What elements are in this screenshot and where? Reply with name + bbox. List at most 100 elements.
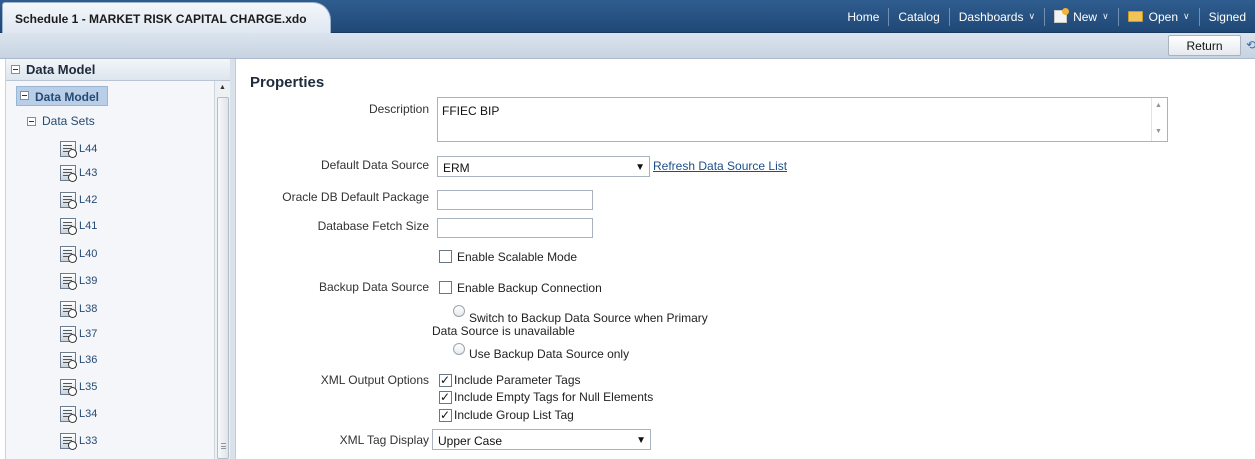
tree-node-data-sets[interactable]: Data Sets xyxy=(42,114,95,128)
use-backup-only-radio[interactable] xyxy=(453,343,465,355)
backup-data-source-label: Backup Data Source xyxy=(318,280,429,294)
collapse-icon[interactable] xyxy=(27,117,36,126)
help-icon[interactable]: ⟲ xyxy=(1246,38,1255,52)
tree-item-dataset[interactable]: L35 xyxy=(60,377,97,397)
tree-item-label: L43 xyxy=(79,167,98,179)
include-parameter-tags-checkbox[interactable] xyxy=(439,372,452,388)
scalable-mode-checkbox[interactable] xyxy=(439,250,452,263)
nav-new-label: New xyxy=(1073,9,1098,24)
include-empty-tags-label: Include Empty Tags for Null Elements xyxy=(454,390,654,404)
document-tab[interactable]: Schedule 1 - MARKET RISK CAPITAL CHARGE.… xyxy=(2,2,331,33)
nav-dashboards-menu[interactable]: Dashboards ∨ xyxy=(950,8,1044,26)
collapse-icon[interactable] xyxy=(11,65,20,74)
tree-item-label: L36 xyxy=(79,354,98,366)
nav-open-menu[interactable]: Open ∨ xyxy=(1119,8,1199,26)
dropdown-arrow-icon: ▼ xyxy=(636,435,646,446)
tree-item-dataset[interactable]: L40 xyxy=(60,244,97,264)
nav-catalog-link[interactable]: Catalog xyxy=(889,8,948,26)
toolbar: Return ⟲ xyxy=(0,33,1255,59)
tree-item-label: L35 xyxy=(79,381,98,393)
switch-backup-radio[interactable] xyxy=(453,305,465,317)
nav-open-label: Open xyxy=(1148,9,1179,24)
chevron-down-icon: ∨ xyxy=(1102,11,1109,21)
tree-item-label: L41 xyxy=(79,220,98,232)
properties-panel: Properties Description FFIEC BIP ▲ ▼ Def… xyxy=(237,59,1255,459)
nav-signed-in-menu[interactable]: Signed xyxy=(1200,8,1255,26)
tree-item-dataset[interactable]: L43 xyxy=(60,163,97,183)
scroll-up-icon[interactable]: ▲ xyxy=(215,81,230,95)
chevron-down-icon: ∨ xyxy=(1028,11,1036,21)
tree-item-dataset[interactable]: L33 xyxy=(60,431,97,451)
top-navigation: Home Catalog Dashboards ∨ New ∨ Open ∨ S… xyxy=(838,0,1255,33)
dataset-icon xyxy=(60,218,77,235)
xml-tag-display-select[interactable]: Upper Case ▼ xyxy=(432,429,651,450)
switch-backup-label-line2: Data Source is unavailable xyxy=(432,324,575,338)
dataset-icon xyxy=(60,433,77,450)
dataset-icon xyxy=(60,273,77,290)
default-data-source-value: ERM xyxy=(443,161,470,175)
dataset-icon xyxy=(60,246,77,263)
backup-connection-label: Enable Backup Connection xyxy=(457,281,602,295)
default-data-source-label: Default Data Source xyxy=(320,158,429,172)
nav-home-link[interactable]: Home xyxy=(838,8,888,26)
dropdown-arrow-icon: ▼ xyxy=(635,162,645,173)
nav-new-menu[interactable]: New ∨ xyxy=(1045,8,1118,26)
dataset-icon xyxy=(60,301,77,318)
tree-item-dataset[interactable]: L36 xyxy=(60,350,97,370)
xml-tag-display-label: XML Tag Display xyxy=(339,433,429,447)
tree-item-dataset[interactable]: L37 xyxy=(60,324,97,344)
dataset-icon xyxy=(60,326,77,343)
grip-icon xyxy=(221,443,226,449)
dataset-icon xyxy=(60,352,77,369)
new-document-icon xyxy=(1054,8,1070,23)
tree-root-label: Data Model xyxy=(35,90,100,104)
dataset-icon xyxy=(60,192,77,209)
tree-root-data-model[interactable]: Data Model xyxy=(16,86,108,106)
scroll-down-icon[interactable]: ▼ xyxy=(1155,128,1162,135)
tree-item-label: L39 xyxy=(79,275,98,287)
refresh-data-source-link[interactable]: Refresh Data Source List xyxy=(653,159,787,173)
switch-backup-label-line1: Switch to Backup Data Source when Primar… xyxy=(469,311,708,325)
include-group-list-checkbox[interactable] xyxy=(439,407,452,423)
panel-splitter[interactable] xyxy=(230,59,236,459)
panel-title: Data Model xyxy=(26,62,96,77)
tree-item-label: L42 xyxy=(79,194,98,206)
fetch-size-input[interactable] xyxy=(437,218,593,238)
backup-connection-checkbox[interactable] xyxy=(439,281,452,294)
page-title: Properties xyxy=(250,74,325,91)
default-data-source-select[interactable]: ERM ▼ xyxy=(437,156,650,177)
return-button[interactable]: Return xyxy=(1168,35,1241,56)
include-empty-tags-checkbox[interactable] xyxy=(439,389,452,405)
description-field[interactable]: FFIEC BIP ▲ ▼ xyxy=(437,97,1168,142)
oracle-db-package-input[interactable] xyxy=(437,190,593,210)
include-group-list-label: Include Group List Tag xyxy=(454,408,574,422)
tree-item-dataset[interactable]: L41 xyxy=(60,216,97,236)
scroll-up-icon[interactable]: ▲ xyxy=(1155,102,1162,109)
dataset-icon xyxy=(60,379,77,396)
tree-item-dataset[interactable]: L34 xyxy=(60,404,97,424)
tree-item-dataset[interactable]: L44 xyxy=(60,139,97,159)
dataset-icon xyxy=(60,406,77,423)
tree-item-label: L37 xyxy=(79,328,98,340)
tree-item-dataset[interactable]: L42 xyxy=(60,190,97,210)
fetch-size-label: Database Fetch Size xyxy=(317,219,429,233)
data-model-panel: Data Model Data Model Data Sets L44 L43 … xyxy=(5,59,230,459)
description-scrollbar[interactable]: ▲ ▼ xyxy=(1151,98,1167,141)
tree-item-dataset[interactable]: L38 xyxy=(60,299,97,319)
tree-item-label: L38 xyxy=(79,303,98,315)
document-tab-title: Schedule 1 - MARKET RISK CAPITAL CHARGE.… xyxy=(15,12,307,26)
collapse-icon[interactable] xyxy=(20,91,29,100)
xml-output-options-label: XML Output Options xyxy=(320,373,429,387)
tree-scrollbar[interactable]: ▲ xyxy=(214,81,230,459)
oracle-db-package-label: Oracle DB Default Package xyxy=(282,190,429,204)
top-header-bar: Schedule 1 - MARKET RISK CAPITAL CHARGE.… xyxy=(0,0,1255,33)
tree-item-label: L33 xyxy=(79,435,98,447)
use-backup-only-label: Use Backup Data Source only xyxy=(469,347,630,361)
scrollbar-thumb[interactable] xyxy=(217,97,229,459)
dataset-icon xyxy=(60,141,77,158)
tree-item-label: L34 xyxy=(79,408,98,420)
scalable-mode-label: Enable Scalable Mode xyxy=(457,250,578,264)
dataset-icon xyxy=(60,165,77,182)
tree-item-dataset[interactable]: L39 xyxy=(60,271,97,291)
description-value: FFIEC BIP xyxy=(442,104,500,118)
